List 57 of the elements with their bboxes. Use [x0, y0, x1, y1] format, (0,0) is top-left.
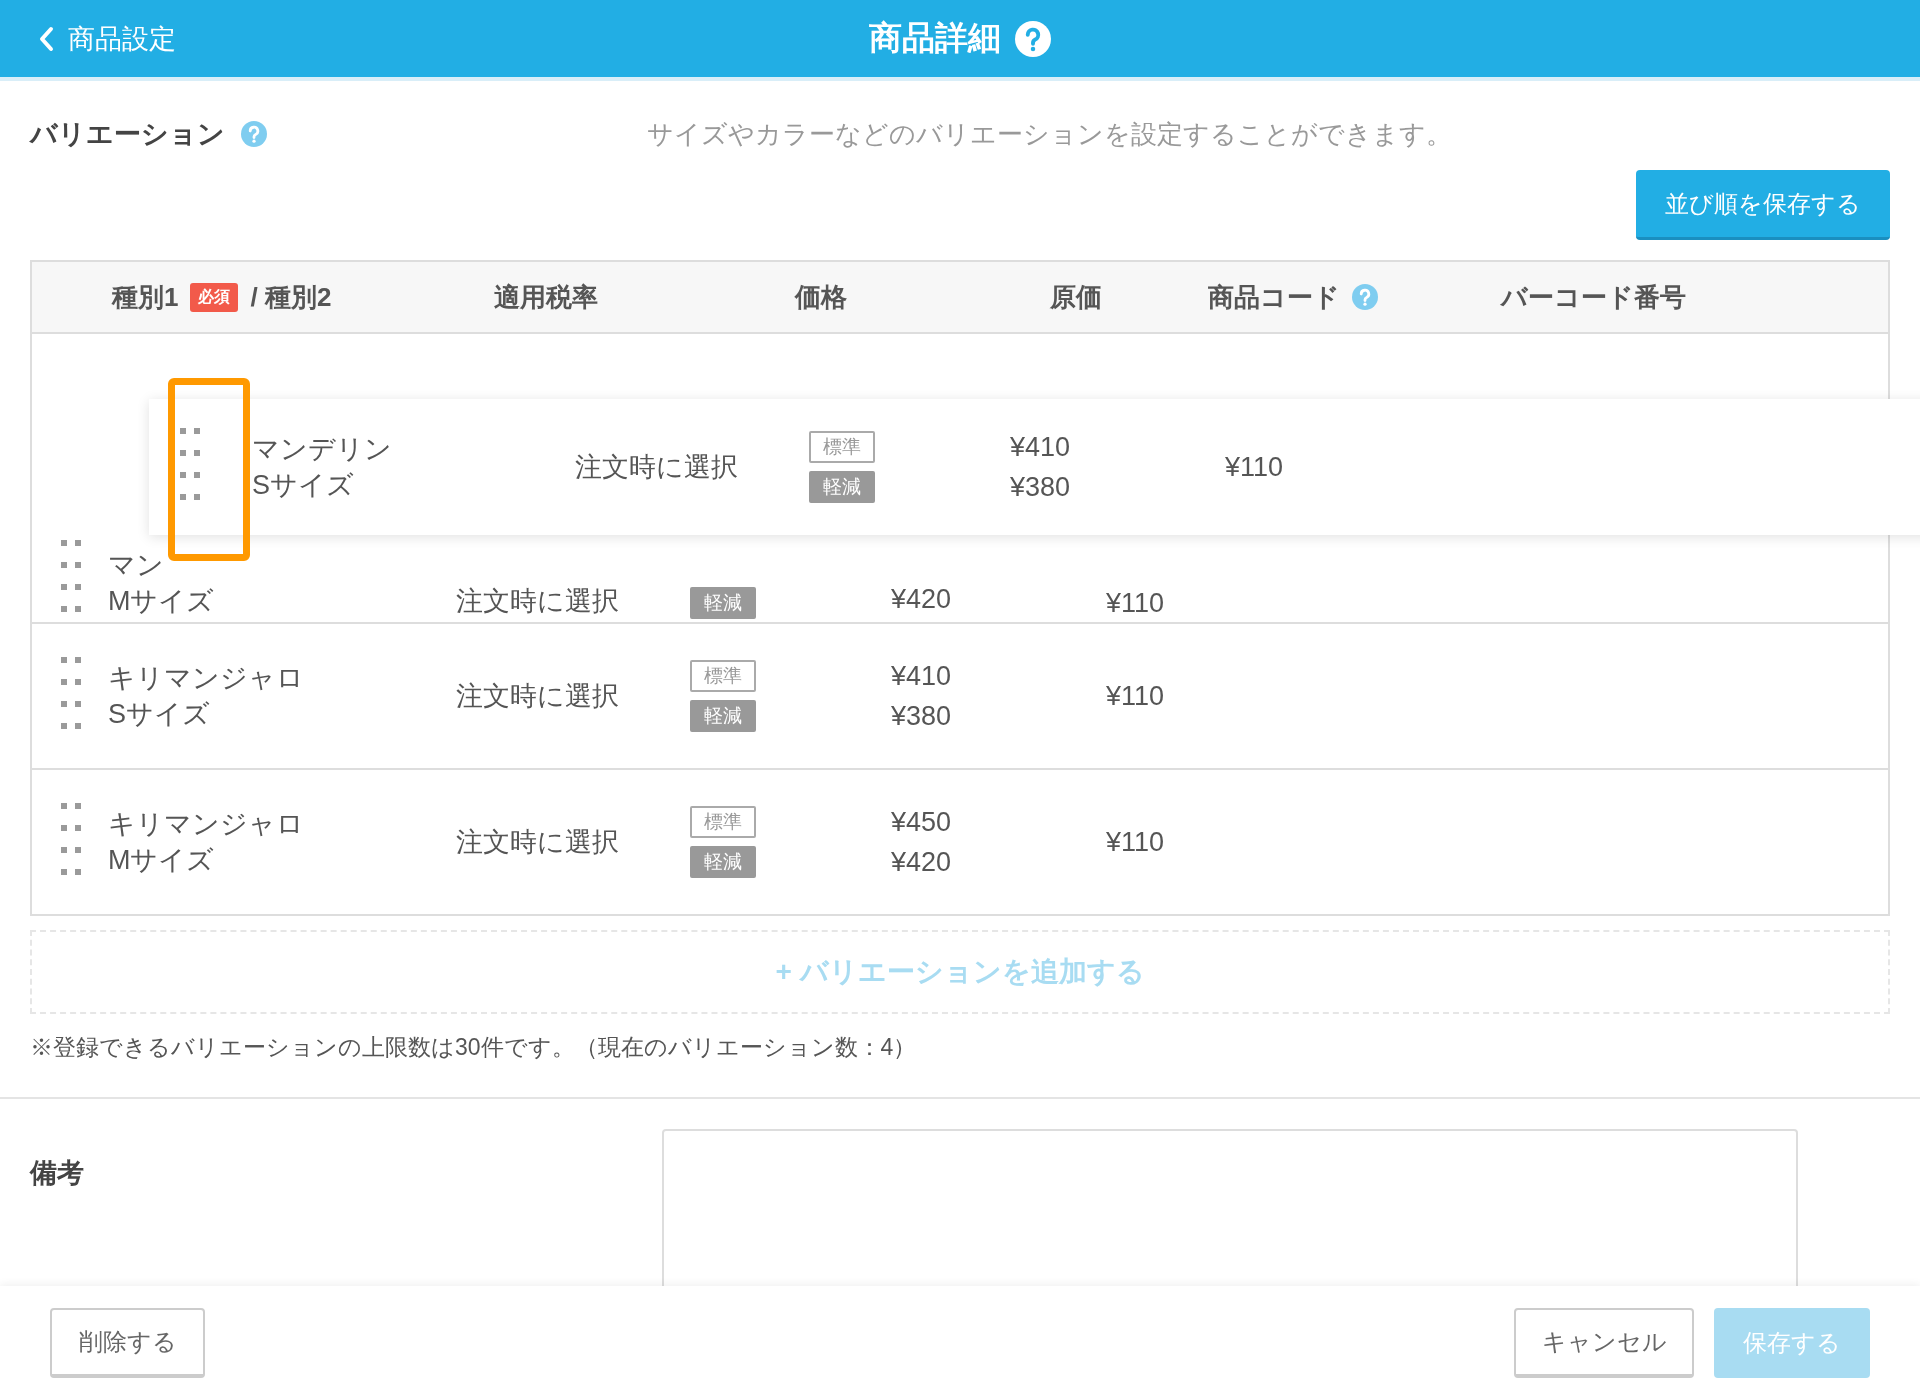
- tax-rate-cell-text: 注文時に選択: [456, 680, 620, 713]
- standard-tax-tag: 標準: [690, 806, 756, 838]
- dragged-row[interactable]: マンデリン Sサイズ 注文時に選択 標準 軽減 ¥410 ¥380 ¥110: [149, 399, 1920, 535]
- variation-name: キリマンジャロ: [108, 808, 305, 841]
- remarks-label: 備考: [30, 1157, 84, 1190]
- cost-cell-text: ¥110: [1106, 826, 1166, 858]
- price-cell-text: ¥420: [891, 583, 953, 616]
- variation-name: Sサイズ: [252, 469, 355, 502]
- variation-name: マンデリン: [252, 433, 393, 466]
- cost-cell-text: ¥110: [1106, 680, 1166, 712]
- reduced-tax-tag: 軽減: [809, 471, 875, 503]
- variation-name: マン: [108, 549, 165, 582]
- reduced-tax-tag: 軽減: [690, 700, 756, 732]
- variation-name: Mサイズ: [108, 585, 216, 618]
- drag-handle-icon[interactable]: [61, 540, 81, 612]
- standard-tax-tag: 標準: [809, 431, 875, 463]
- tax-rate-cell-text: 注文時に選択: [575, 451, 739, 484]
- standard-tax-tag: 標準: [690, 660, 756, 692]
- price-cell-text: ¥450: [891, 806, 953, 839]
- help-icon[interactable]: [1352, 284, 1378, 310]
- reduced-tax-tag: 軽減: [690, 587, 756, 619]
- column-header: 適用税率: [494, 280, 598, 314]
- column-header: 商品コード: [1208, 280, 1340, 314]
- variation-row[interactable]: キリマンジャロ Mサイズ 注文時に選択 標準 軽減 ¥450 ¥420 ¥110: [32, 768, 1888, 914]
- price-cell-text: ¥380: [1010, 471, 1072, 504]
- variation-name: キリマンジャロ: [108, 662, 305, 695]
- variation-name: Mサイズ: [108, 844, 216, 877]
- section-title: バリエーション: [30, 118, 225, 151]
- section-description: サイズやカラーなどのバリエーションを設定することができます。: [647, 117, 1452, 151]
- column-header: 種別1: [112, 280, 179, 314]
- variation-name: Sサイズ: [108, 698, 211, 731]
- price-cell-text: ¥410: [1010, 431, 1072, 464]
- delete-button[interactable]: 削除する: [50, 1308, 205, 1378]
- required-badge: 必須: [190, 282, 239, 312]
- column-header: 価格: [795, 280, 847, 314]
- page-title: 商品詳細: [869, 18, 1001, 58]
- column-header: / 種別2: [250, 280, 332, 314]
- chevron-left-icon: [38, 25, 54, 52]
- cancel-button[interactable]: キャンセル: [1514, 1308, 1694, 1378]
- cost-cell-text: ¥110: [1106, 588, 1166, 619]
- variation-row[interactable]: キリマンジャロ Sサイズ 注文時に選択 標準 軽減 ¥410 ¥380 ¥110: [32, 622, 1888, 768]
- help-icon[interactable]: [241, 121, 267, 147]
- price-cell-text: ¥420: [891, 846, 953, 879]
- cost-cell-text: ¥110: [1225, 451, 1285, 483]
- tax-rate-cell-text: 注文時に選択: [456, 826, 620, 859]
- price-cell-text: ¥380: [891, 700, 953, 733]
- drag-handle-icon[interactable]: [61, 656, 81, 729]
- column-header: 原価: [1050, 280, 1102, 314]
- tax-rate-cell-text: 注文時に選択: [456, 585, 620, 618]
- drag-handle-icon[interactable]: [61, 802, 81, 875]
- help-icon[interactable]: [1015, 20, 1051, 57]
- price-cell-text: ¥410: [891, 660, 953, 693]
- column-header: バーコード番号: [1501, 280, 1686, 314]
- variation-row[interactable]: マン Mサイズ 注文時に選択 軽減 ¥420 ¥110: [32, 540, 1888, 622]
- limit-note: ※登録できるバリエーションの上限数は30件です。（現在のバリエーション数：4）: [30, 1033, 918, 1062]
- reduced-tax-tag: 軽減: [690, 846, 756, 878]
- drag-handle-icon[interactable]: [180, 427, 200, 500]
